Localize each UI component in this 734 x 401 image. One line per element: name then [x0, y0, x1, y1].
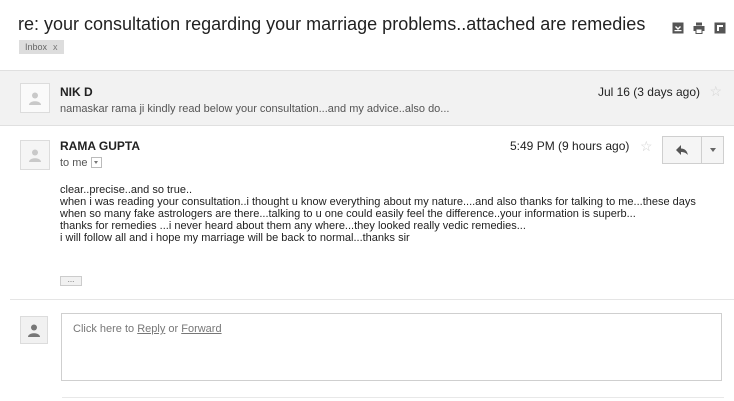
sender-name: RAMA GUPTA — [60, 139, 140, 153]
show-details-dropdown[interactable] — [90, 156, 102, 168]
bottom-divider — [62, 397, 724, 398]
forward-link[interactable]: Forward — [181, 323, 221, 335]
person-icon — [28, 324, 40, 337]
message-body: clear..precise..and so true.. when i was… — [60, 184, 720, 244]
recipient-line: to me — [60, 156, 102, 169]
star-icon[interactable]: ☆ — [709, 84, 722, 98]
more-actions-button[interactable] — [701, 136, 724, 164]
archive-icon[interactable] — [672, 21, 684, 34]
person-icon — [29, 149, 41, 162]
sender-avatar — [20, 140, 50, 170]
reply-link[interactable]: Reply — [137, 323, 165, 335]
reply-button[interactable] — [662, 136, 702, 164]
message-snippet: namaskar rama ji kindly read below your … — [60, 103, 450, 115]
user-avatar — [20, 316, 48, 344]
reply-or: or — [168, 323, 179, 335]
print-icon[interactable] — [693, 21, 705, 34]
person-icon — [29, 92, 41, 105]
reply-prompt: Click here to Reply or Forward — [73, 323, 222, 335]
divider — [10, 299, 734, 300]
reply-box[interactable]: Click here to Reply or Forward — [61, 313, 722, 381]
body-paragraph: i will follow all and i hope my marriage… — [60, 232, 410, 244]
show-trimmed-content-button[interactable]: ... — [60, 276, 82, 286]
recipient-text: to me — [60, 157, 88, 169]
reply-prefix: Click here to — [73, 323, 135, 335]
inbox-label-text: Inbox — [25, 42, 48, 52]
remove-label-button[interactable]: x — [53, 42, 58, 52]
star-icon[interactable]: ☆ — [640, 139, 653, 153]
body-paragraph: thanks for remedies ...i never heard abo… — [60, 220, 526, 232]
body-paragraph: when i was reading your consultation..i … — [60, 196, 696, 220]
inbox-label-chip[interactable]: Inbox x — [19, 40, 64, 54]
sender-avatar — [20, 83, 50, 113]
new-window-icon[interactable] — [714, 21, 726, 34]
collapsed-message[interactable]: NIK D namaskar rama ji kindly read below… — [0, 70, 734, 126]
message-date: Jul 16 (3 days ago) — [597, 85, 700, 99]
expanded-message: RAMA GUPTA to me 5:49 PM (9 hours ago) ☆… — [0, 126, 734, 296]
sender-name: NIK D — [60, 85, 93, 99]
message-date: 5:49 PM (9 hours ago) — [510, 139, 630, 153]
body-paragraph: clear..precise..and so true.. — [60, 184, 193, 196]
reply-arrow-icon — [676, 145, 688, 155]
thread-toolbar — [672, 21, 726, 34]
chevron-down-icon — [709, 148, 716, 152]
thread-subject: re: your consultation regarding your mar… — [18, 14, 646, 34]
